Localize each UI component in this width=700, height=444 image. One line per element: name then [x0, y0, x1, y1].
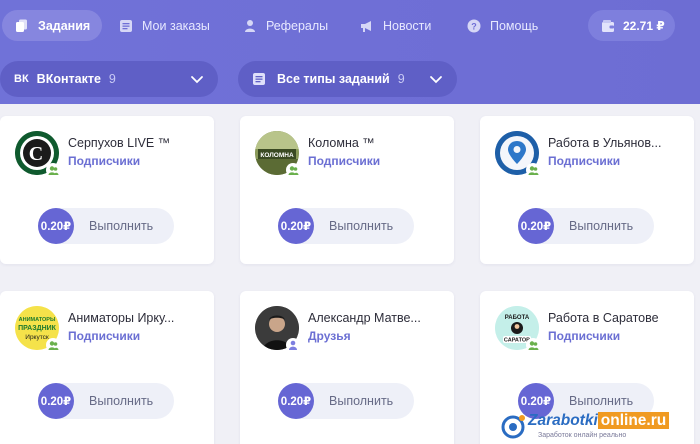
svg-text:С: С [29, 143, 43, 165]
nav-orders-label: Мои заказы [142, 18, 210, 33]
task-title[interactable]: Аниматоры Ирку... [68, 311, 174, 325]
task-type-filter-count: 9 [397, 72, 405, 86]
task-reward: 0.20₽ [38, 208, 74, 244]
wallet-icon [602, 19, 614, 32]
task-type-filter-dropdown[interactable]: Все типы заданий 9 [238, 61, 457, 97]
nav-referrals-label: Рефералы [266, 18, 329, 33]
execute-label: Выполнить [569, 394, 634, 408]
nav-tasks[interactable]: Задания [2, 10, 103, 41]
nav-orders[interactable]: Мои заказы [106, 10, 222, 41]
task-type: Подписчики [68, 154, 141, 168]
execute-label: Выполнить [569, 219, 634, 233]
task-title[interactable]: Серпухов LIVE ™ [68, 136, 170, 150]
task-reward: 0.20₽ [518, 208, 554, 244]
task-reward: 0.20₽ [278, 208, 314, 244]
document-icon [120, 19, 132, 32]
nav-tasks-label: Задания [38, 18, 91, 33]
svg-text:РАБОТА: РАБОТА [505, 315, 530, 321]
nav-help[interactable]: ? Помощь [454, 10, 550, 41]
watermark-text: Zarabotki online.ru [528, 412, 670, 430]
execute-button[interactable]: 0.20₽ Выполнить [278, 383, 414, 419]
task-card: Работа в Ульянов... Подписчики 0.20₽ Вып… [480, 116, 694, 264]
balance-button[interactable]: 22.71 ₽ [588, 10, 675, 41]
svg-text:КОЛОМНА: КОЛОМНА [260, 152, 294, 159]
users-icon [288, 165, 298, 175]
task-title[interactable]: Работа в Ульянов... [548, 136, 661, 150]
megaphone-icon [361, 20, 371, 32]
chevron-down-icon [191, 76, 203, 84]
task-type: Подписчики [548, 329, 621, 343]
network-filter-count: 9 [108, 72, 116, 86]
users-icon [528, 340, 538, 350]
help-icon: ? [467, 19, 481, 32]
task-type: Подписчики [548, 154, 621, 168]
execute-label: Выполнить [329, 394, 394, 408]
watermark: Zarabotki online.ru Заработок онлайн реал… [500, 408, 700, 444]
task-title[interactable]: Коломна ™ [308, 136, 375, 150]
users-icon [48, 340, 58, 350]
nav-news[interactable]: Новости [347, 10, 443, 41]
person-icon [289, 340, 297, 350]
watermark-subtitle: Заработок онлайн реально [538, 432, 627, 439]
group-badge [526, 338, 540, 352]
execute-button[interactable]: 0.20₽ Выполнить [518, 208, 654, 244]
execute-button[interactable]: 0.20₽ Выполнить [38, 383, 174, 419]
task-reward: 0.20₽ [38, 383, 74, 419]
svg-text:?: ? [471, 21, 477, 31]
task-type-filter-label: Все типы заданий [277, 72, 390, 86]
document-icon [253, 73, 265, 85]
execute-label: Выполнить [89, 394, 154, 408]
execute-button[interactable]: 0.20₽ Выполнить [38, 208, 174, 244]
task-card: С Серпухов LIVE ™ Подписчики 0.20₽ Выпол… [0, 116, 214, 264]
execute-button[interactable]: 0.20₽ Выполнить [278, 208, 414, 244]
task-type: Друзья [308, 329, 351, 343]
user-badge [286, 338, 300, 352]
network-filter-label: ВКонтакте [36, 72, 101, 86]
watermark-logo-icon [501, 415, 525, 439]
task-title[interactable]: Александр Матве... [308, 311, 421, 325]
task-title[interactable]: Работа в Саратове [548, 311, 659, 325]
chevron-down-icon [430, 76, 442, 84]
task-type: Подписчики [68, 329, 141, 343]
user-icon [245, 19, 255, 32]
balance-amount: 22.71 ₽ [623, 18, 665, 33]
group-badge [46, 338, 60, 352]
svg-text:ПРАЗДНИК: ПРАЗДНИК [18, 325, 57, 332]
execute-label: Выполнить [89, 219, 154, 233]
group-badge [526, 163, 540, 177]
users-icon [528, 165, 538, 175]
copy-icon [16, 19, 27, 32]
task-card: Александр Матве... Друзья 0.20₽ Выполнит… [240, 291, 454, 444]
task-card: КОЛОМНА Коломна ™ Подписчики 0.20₽ Выпол… [240, 116, 454, 264]
top-navigation: Задания Мои заказы Рефералы Новости ? По… [0, 0, 700, 50]
vk-icon: ВК [14, 73, 29, 85]
task-card: АНИМАТОРЫ ПРАЗДНИК Иркутск Аниматоры Ирк… [0, 291, 214, 444]
svg-text:АНИМАТОРЫ: АНИМАТОРЫ [19, 317, 56, 323]
group-badge [46, 163, 60, 177]
nav-referrals[interactable]: Рефералы [230, 10, 340, 41]
users-icon [48, 165, 58, 175]
group-badge [286, 163, 300, 177]
task-type: Подписчики [308, 154, 381, 168]
network-filter-dropdown[interactable]: ВК ВКонтакте 9 [0, 61, 218, 97]
nav-news-label: Новости [383, 18, 432, 33]
execute-label: Выполнить [329, 219, 394, 233]
nav-help-label: Помощь [490, 18, 539, 33]
task-reward: 0.20₽ [278, 383, 314, 419]
svg-text:Иркутск: Иркутск [25, 334, 49, 341]
